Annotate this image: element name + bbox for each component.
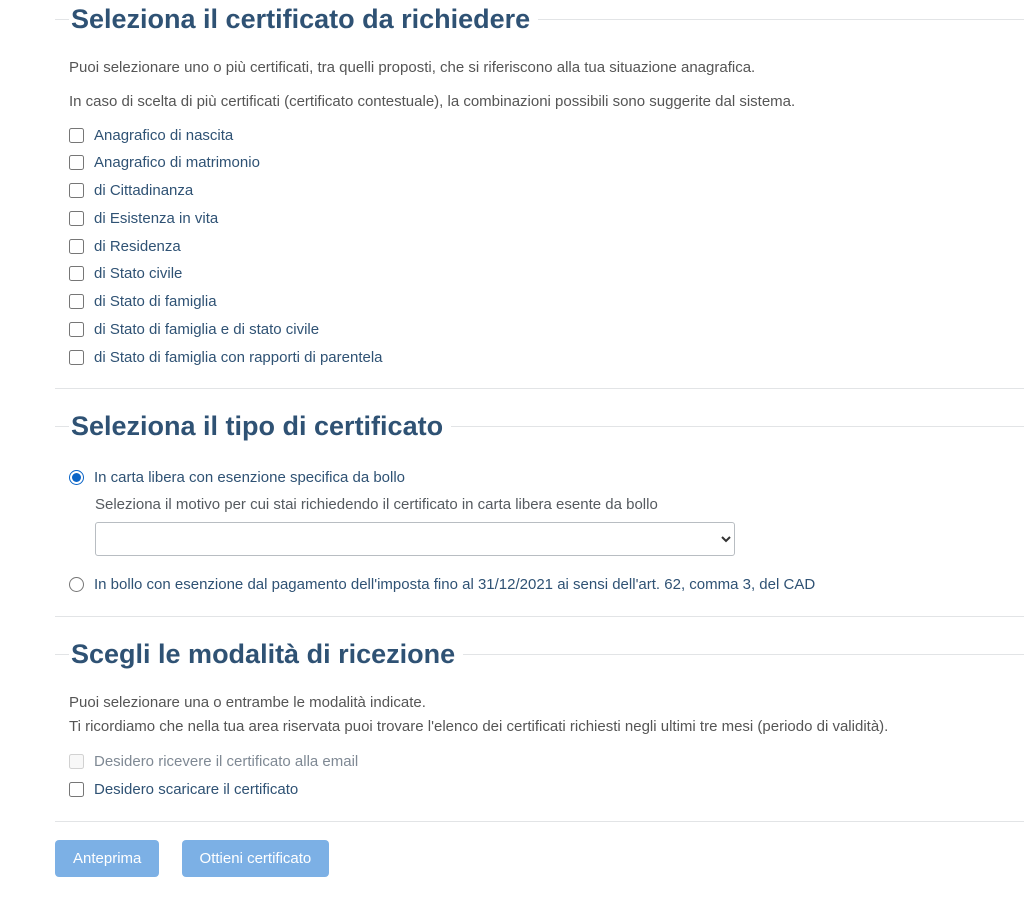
radio-in-bollo[interactable] bbox=[69, 577, 84, 592]
section-select-certificate-legend: Seleziona il certificato da richiedere bbox=[69, 0, 538, 39]
certificate-checkbox-list: Anagrafico di nascita Anagrafico di matr… bbox=[69, 125, 1010, 369]
checkbox-label[interactable]: Anagrafico di nascita bbox=[94, 125, 233, 147]
section3-intro-line1: Puoi selezionare una o entrambe le modal… bbox=[69, 692, 1010, 714]
checkbox-stato-civile[interactable] bbox=[69, 266, 84, 281]
checkbox-anagrafico-matrimonio[interactable] bbox=[69, 155, 84, 170]
checkbox-label[interactable]: di Stato civile bbox=[94, 263, 182, 285]
checkbox-stato-famiglia-parentela[interactable] bbox=[69, 350, 84, 365]
preview-button[interactable]: Anteprima bbox=[55, 840, 159, 877]
checkbox-label[interactable]: di Residenza bbox=[94, 236, 181, 258]
section-select-type-legend: Seleziona il tipo di certificato bbox=[69, 407, 451, 446]
section-select-type: Seleziona il tipo di certificato In cart… bbox=[55, 407, 1024, 616]
section-select-certificate: Seleziona il certificato da richiedere P… bbox=[55, 0, 1024, 389]
checkbox-stato-famiglia[interactable] bbox=[69, 294, 84, 309]
checkbox-label[interactable]: Anagrafico di matrimonio bbox=[94, 152, 260, 174]
delivery-checkbox-list: Desidero ricevere il certificato alla em… bbox=[69, 751, 1010, 801]
checkbox-residenza[interactable] bbox=[69, 239, 84, 254]
checkbox-email-delivery bbox=[69, 754, 84, 769]
type-radio-list: In carta libera con esenzione specifica … bbox=[69, 467, 1010, 596]
action-buttons: Anteprima Ottieni certificato bbox=[0, 840, 1024, 877]
checkbox-label[interactable]: di Esistenza in vita bbox=[94, 208, 218, 230]
radio-carta-libera[interactable] bbox=[69, 470, 84, 485]
checkbox-label[interactable]: di Cittadinanza bbox=[94, 180, 193, 202]
checkbox-label[interactable]: Desidero scaricare il certificato bbox=[94, 779, 298, 801]
section3-intro-line2: Ti ricordiamo che nella tua area riserva… bbox=[69, 716, 1010, 738]
radio-carta-libera-subtext: Seleziona il motivo per cui stai richied… bbox=[95, 494, 1010, 516]
radio-label[interactable]: In carta libera con esenzione specifica … bbox=[94, 467, 405, 489]
checkbox-download-delivery[interactable] bbox=[69, 782, 84, 797]
section-delivery: Scegli le modalità di ricezione Puoi sel… bbox=[55, 635, 1024, 822]
checkbox-label[interactable]: di Stato di famiglia con rapporti di par… bbox=[94, 347, 383, 369]
section1-intro: Puoi selezionare uno o più certificati, … bbox=[69, 57, 1010, 113]
obtain-certificate-button[interactable]: Ottieni certificato bbox=[182, 840, 330, 877]
checkbox-anagrafico-nascita[interactable] bbox=[69, 128, 84, 143]
section1-intro-line1: Puoi selezionare uno o più certificati, … bbox=[69, 57, 1010, 79]
checkbox-label[interactable]: di Stato di famiglia bbox=[94, 291, 217, 313]
checkbox-cittadinanza[interactable] bbox=[69, 183, 84, 198]
section3-intro: Puoi selezionare una o entrambe le modal… bbox=[69, 692, 1010, 738]
motivo-select[interactable] bbox=[95, 522, 735, 556]
checkbox-label: Desidero ricevere il certificato alla em… bbox=[94, 751, 358, 773]
radio-label[interactable]: In bollo con esenzione dal pagamento del… bbox=[94, 574, 815, 596]
section-delivery-legend: Scegli le modalità di ricezione bbox=[69, 635, 463, 674]
checkbox-stato-famiglia-civile[interactable] bbox=[69, 322, 84, 337]
checkbox-label[interactable]: di Stato di famiglia e di stato civile bbox=[94, 319, 319, 341]
checkbox-esistenza-vita[interactable] bbox=[69, 211, 84, 226]
section1-intro-line2: In caso di scelta di più certificati (ce… bbox=[69, 91, 1010, 113]
